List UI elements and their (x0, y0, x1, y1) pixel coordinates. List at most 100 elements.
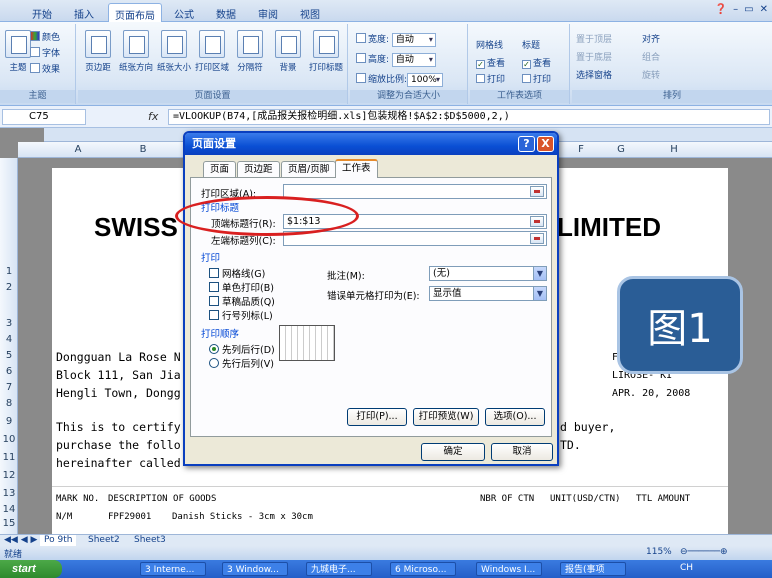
restore-icon[interactable]: ▭ (744, 4, 753, 15)
cols-repeat-input[interactable] (283, 231, 547, 246)
orientation-button[interactable]: 纸张方向 (118, 30, 154, 73)
body-line[interactable]: hereinafter called (56, 456, 181, 470)
taskbar-item[interactable]: 3 Window... (222, 562, 288, 576)
dialog-tab-sheet[interactable]: 工作表 (335, 159, 378, 178)
column-header-h[interactable]: H (654, 142, 694, 158)
gridlines-view-check[interactable]: ✓ 查看 (476, 56, 505, 69)
row-header[interactable]: 12 (0, 470, 18, 481)
effects-button[interactable]: 效果 (30, 62, 60, 75)
row-col-headings-checkbox[interactable]: 行号列标(L) (209, 308, 273, 322)
address-line[interactable]: Dongguan La Rose N (56, 350, 181, 364)
row-header[interactable]: 5 (0, 350, 18, 361)
taskbar-item[interactable]: 报告(事项 (560, 562, 626, 576)
print-titles-button[interactable]: 打印标题 (308, 30, 344, 73)
address-line[interactable]: Block 111, San Jia (56, 368, 181, 382)
row-header[interactable]: 13 (0, 488, 18, 499)
column-header-b[interactable]: B (118, 142, 168, 158)
tab-home[interactable]: 开始 (26, 3, 58, 22)
body-line[interactable]: purchase the follo (56, 438, 181, 452)
dialog-title-bar[interactable]: 页面设置 ? X (185, 133, 557, 155)
width-dropdown[interactable]: 自动 (391, 32, 436, 47)
header-ctn[interactable]: NBR OF CTN (480, 494, 534, 504)
taskbar-item[interactable]: 九城电子... (306, 562, 372, 576)
draft-quality-checkbox[interactable]: 草稿品质(Q) (209, 294, 275, 308)
selection-pane-button[interactable]: 选择窗格 (576, 68, 612, 81)
colors-button[interactable]: 颜色 (30, 30, 60, 43)
cancel-button[interactable]: 取消 (491, 443, 553, 461)
close-icon[interactable]: ✕ (760, 4, 768, 15)
row-header[interactable]: 3 (0, 318, 18, 329)
headings-print-check[interactable]: 打印 (522, 72, 551, 85)
zoom-level[interactable]: 115% (646, 547, 672, 557)
black-white-checkbox[interactable]: 单色打印(B) (209, 280, 274, 294)
minimize-icon[interactable]: – (733, 4, 738, 15)
errors-select[interactable]: 显示值 ▼ (429, 286, 547, 301)
bring-to-front-button[interactable]: 置于顶层 (576, 32, 612, 45)
date-cell[interactable]: APR. 20, 2008 (612, 388, 690, 399)
header-mark-no[interactable]: MARK NO. (56, 494, 99, 504)
tab-data[interactable]: 数据 (210, 3, 242, 22)
gridlines-print-check[interactable]: 打印 (476, 72, 505, 85)
row-header[interactable]: 10 (0, 434, 18, 445)
dialog-tab-header-footer[interactable]: 页眉/页脚 (281, 161, 337, 177)
language-indicator[interactable]: CH (680, 563, 693, 573)
ok-button[interactable]: 确定 (421, 443, 485, 461)
breaks-button[interactable]: 分隔符 (232, 30, 268, 73)
header-unit[interactable]: UNIT(USD/CTN) (550, 494, 620, 504)
gridlines-checkbox[interactable]: 网格线(G) (209, 266, 265, 280)
group-button[interactable]: 组合 (642, 50, 660, 63)
chevron-down-icon[interactable]: ▼ (533, 267, 546, 280)
data-description[interactable]: Danish Sticks - 3cm x 30cm (172, 512, 313, 522)
range-picker-icon[interactable] (530, 186, 544, 197)
taskbar-item[interactable]: 6 Microso... (390, 562, 456, 576)
data-mark[interactable]: N/M (56, 512, 72, 522)
company-title-right[interactable]: LIMITED (557, 212, 661, 243)
start-button[interactable]: start (0, 560, 62, 578)
rotate-button[interactable]: 旋转 (642, 68, 660, 81)
dialog-tab-margins[interactable]: 页边距 (237, 161, 280, 177)
data-code[interactable]: FPF29001 (108, 512, 151, 522)
help-icon[interactable]: ❓ (715, 4, 727, 15)
row-header[interactable]: 7 (0, 382, 18, 393)
dialog-close-button[interactable]: X (537, 136, 554, 152)
header-amount[interactable]: TTL AMOUNT (636, 494, 690, 504)
taskbar-item[interactable]: Windows I... (476, 562, 542, 576)
align-button[interactable]: 对齐 (642, 32, 660, 45)
headings-view-check[interactable]: ✓ 查看 (522, 56, 551, 69)
row-header[interactable]: 15 (0, 518, 18, 529)
range-picker-icon[interactable] (530, 216, 544, 227)
tab-formulas[interactable]: 公式 (168, 3, 200, 22)
zoom-slider[interactable]: ⊖──────⊕ (680, 547, 728, 557)
margins-button[interactable]: 页边距 (80, 30, 116, 73)
tab-page-layout[interactable]: 页面布局 (108, 3, 162, 22)
header-description[interactable]: DESCRIPTION OF GOODS (108, 494, 216, 504)
over-then-down-radio[interactable]: 先行后列(V) (209, 356, 274, 370)
chevron-down-icon[interactable]: ▼ (533, 287, 546, 300)
row-header[interactable]: 4 (0, 334, 18, 345)
print-preview-button[interactable]: 打印预览(W) (413, 408, 479, 426)
column-header-f[interactable]: F (566, 142, 596, 158)
options-button[interactable]: 选项(O)... (485, 408, 545, 426)
body-line-right[interactable]: TD. (560, 438, 581, 452)
dialog-help-button[interactable]: ? (518, 136, 535, 152)
dialog-tab-page[interactable]: 页面 (203, 161, 237, 177)
rows-repeat-input[interactable]: $1:$13 (283, 214, 547, 229)
down-then-over-radio[interactable]: 先列后行(D) (209, 342, 275, 356)
function-icon[interactable]: fx (148, 110, 158, 123)
column-header-g[interactable]: G (606, 142, 636, 158)
background-button[interactable]: 背景 (270, 30, 306, 73)
address-line[interactable]: Hengli Town, Dongg (56, 386, 181, 400)
body-line[interactable]: This is to certify (56, 420, 181, 434)
tab-view[interactable]: 视图 (294, 3, 326, 22)
height-dropdown[interactable]: 自动 (391, 52, 436, 67)
body-line-right[interactable]: d buyer, (560, 420, 615, 434)
scale-input[interactable]: 100% (407, 72, 444, 87)
row-header[interactable]: 11 (0, 452, 18, 463)
range-picker-icon[interactable] (530, 233, 544, 244)
formula-input[interactable]: =VLOOKUP(B74,[成品报关报检明细.xls]包装规格!$A$2:$D$… (168, 109, 770, 125)
comments-select[interactable]: (无) ▼ (429, 266, 547, 281)
column-header-a[interactable]: A (58, 142, 98, 158)
taskbar-item[interactable]: 3 Interne... (140, 562, 206, 576)
tab-review[interactable]: 审阅 (252, 3, 284, 22)
row-header[interactable]: 2 (0, 282, 18, 293)
